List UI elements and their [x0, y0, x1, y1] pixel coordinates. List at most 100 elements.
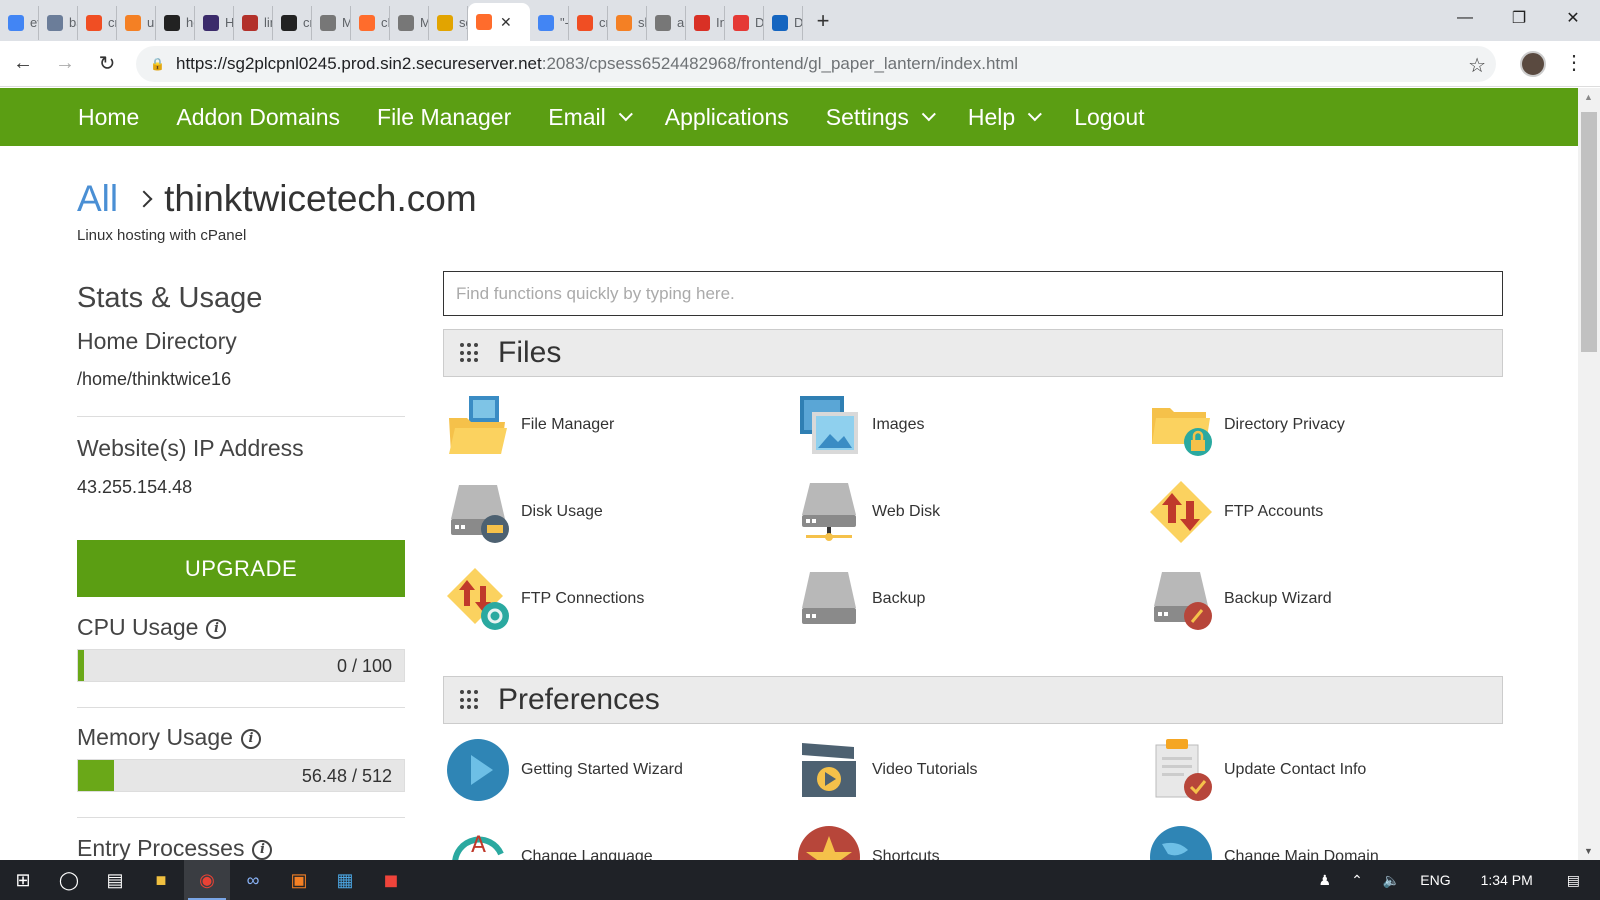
preferences-panel-header[interactable]: Preferences — [443, 676, 1503, 724]
windows-taskbar: ⊞ ◯ ▤ ■ ◉ ∞ ▣ ▦ ◼ ♟ ⌃ 🔈 ENG 1:34 PM ▤ — [0, 860, 1600, 900]
browser-tab[interactable]: cP — [351, 5, 390, 40]
address-bar[interactable]: 🔒 https://sg2plcpnl0245.prod.sin2.secure… — [136, 46, 1496, 82]
nav-applications[interactable]: Applications — [665, 104, 789, 131]
scroll-down-icon[interactable]: ▼ — [1584, 846, 1593, 856]
nav-email[interactable]: Email — [548, 104, 633, 131]
video-tutorials-link[interactable]: Video Tutorials — [796, 737, 1096, 803]
ftp-connections-link[interactable]: FTP Connections — [445, 566, 745, 632]
notifications-icon[interactable]: ▤ — [1567, 872, 1580, 889]
browser-tab[interactable]: cro — [569, 5, 608, 40]
language-indicator[interactable]: ENG — [1420, 872, 1450, 888]
scroll-up-icon[interactable]: ▲ — [1584, 92, 1593, 102]
maximize-icon[interactable]: ❐ — [1492, 0, 1546, 36]
forward-icon[interactable]: → — [46, 45, 84, 83]
function-label: Disk Usage — [521, 503, 603, 520]
images-link[interactable]: Images — [796, 392, 1096, 458]
function-label: Directory Privacy — [1224, 416, 1345, 433]
browser-tab[interactable]: Do — [725, 5, 764, 40]
browser-tab[interactable]: Inl — [686, 5, 725, 40]
drag-grip-icon[interactable] — [460, 343, 480, 363]
ftp-accounts-link[interactable]: FTP Accounts — [1148, 479, 1448, 545]
doc-icon — [655, 14, 671, 31]
files-panel-title: Files — [498, 336, 562, 369]
chrome-icon[interactable]: ◉ — [184, 860, 230, 900]
browser-tab[interactable]: cro — [273, 5, 312, 40]
profile-avatar[interactable] — [1520, 51, 1546, 77]
browser-tab[interactable]: ev — [0, 5, 39, 40]
browser-tab[interactable]: Ho — [195, 5, 234, 40]
browser-tab[interactable]: Do — [764, 5, 803, 40]
hand-icon — [320, 14, 336, 31]
browser-tab[interactable]: sg — [429, 5, 468, 40]
page-title: thinktwicetech.com — [164, 178, 477, 219]
breadcrumb-all-link[interactable]: All — [77, 178, 118, 220]
scrollbar-thumb[interactable] — [1581, 112, 1597, 352]
anydesk-icon[interactable]: ◼ — [368, 860, 414, 900]
shortcuts-link[interactable]: Shortcuts — [796, 824, 1096, 860]
volume-icon[interactable]: 🔈 — [1383, 872, 1400, 889]
clock[interactable]: 1:34 PM — [1481, 872, 1533, 888]
getting-started-link[interactable]: Getting Started Wizard — [445, 737, 745, 803]
close-tab-icon[interactable]: ✕ — [500, 14, 512, 31]
change-domain-link[interactable]: Change Main Domain — [1148, 824, 1448, 860]
bookmark-star-icon[interactable]: ☆ — [1468, 53, 1486, 78]
remote-desktop-icon[interactable]: ▦ — [322, 860, 368, 900]
people-icon[interactable]: ♟ — [1319, 872, 1332, 889]
drag-grip-icon[interactable] — [460, 690, 480, 710]
tray-chevron-up-icon[interactable]: ⌃ — [1351, 872, 1363, 889]
browser-tab[interactable]: ap — [647, 5, 686, 40]
nav-addon-domains[interactable]: Addon Domains — [176, 104, 340, 131]
pma-icon — [437, 14, 453, 31]
nav-file-manager[interactable]: File Manager — [377, 104, 511, 131]
backup-link[interactable]: Backup — [796, 566, 1096, 632]
browser-tab[interactable]: ho — [156, 5, 195, 40]
function-search-input[interactable] — [443, 271, 1503, 316]
task-view-icon[interactable]: ▤ — [92, 860, 138, 900]
contact-info-link[interactable]: Update Contact Info — [1148, 737, 1448, 803]
web-disk-link[interactable]: Web Disk — [796, 479, 1096, 545]
browser-tab[interactable]: "-" — [530, 5, 569, 40]
info-icon[interactable]: i — [252, 839, 273, 860]
ul-icon — [47, 14, 63, 31]
browser-tab[interactable]: cro — [78, 5, 117, 40]
close-window-icon[interactable]: ✕ — [1546, 0, 1600, 36]
back-icon[interactable]: ← — [4, 45, 42, 83]
new-tab-button[interactable]: + — [807, 5, 839, 37]
nav-logout[interactable]: Logout — [1074, 104, 1144, 131]
minimize-icon[interactable]: — — [1438, 0, 1492, 36]
browser-tab[interactable]: lin — [234, 5, 273, 40]
files-panel-header[interactable]: Files — [443, 329, 1503, 377]
nav-help[interactable]: Help — [968, 104, 1043, 131]
info-icon[interactable]: i — [206, 618, 227, 639]
function-label: Backup Wizard — [1224, 590, 1332, 607]
windows-start-icon[interactable]: ⊞ — [0, 860, 46, 900]
browser-tab[interactable]: sh — [608, 5, 647, 40]
file-explorer-icon[interactable]: ■ — [138, 860, 184, 900]
search-icon[interactable]: ◯ — [46, 860, 92, 900]
change-domain-icon — [1148, 824, 1214, 860]
reload-icon[interactable]: ↻ — [88, 45, 126, 83]
sublime-icon[interactable]: ▣ — [276, 860, 322, 900]
stats-divider — [77, 817, 405, 818]
browser-tab[interactable]: My — [390, 5, 429, 40]
page-scrollbar[interactable]: ▲ ▼ — [1578, 88, 1600, 860]
browser-tab[interactable]: My — [312, 5, 351, 40]
directory-privacy-link[interactable]: Directory Privacy — [1148, 392, 1448, 458]
info-icon[interactable]: i — [240, 728, 261, 749]
browser-tab[interactable]: ub — [117, 5, 156, 40]
upgrade-button[interactable]: UPGRADE — [77, 540, 405, 597]
change-language-link[interactable]: A Change Language — [445, 824, 745, 860]
cpanel-top-nav: Home Addon Domains File Manager Email Applic… — [0, 88, 1578, 146]
browser-menu-icon[interactable]: ⋮ — [1564, 50, 1584, 75]
tab-title: sg — [459, 15, 467, 30]
entry-processes-label-text: Entry Processes — [77, 835, 245, 861]
app-infinity-icon[interactable]: ∞ — [230, 860, 276, 900]
browser-tab[interactable]: ✕ — [468, 3, 530, 41]
disk-usage-link[interactable]: Disk Usage — [445, 479, 745, 545]
backup-wizard-link[interactable]: Backup Wizard — [1148, 566, 1448, 632]
nav-settings[interactable]: Settings — [826, 104, 936, 131]
file-manager-link[interactable]: File Manager — [445, 392, 745, 458]
nav-home[interactable]: Home — [78, 104, 139, 131]
window-controls: — ❐ ✕ — [1438, 0, 1600, 41]
browser-tab[interactable]: ba — [39, 5, 78, 40]
